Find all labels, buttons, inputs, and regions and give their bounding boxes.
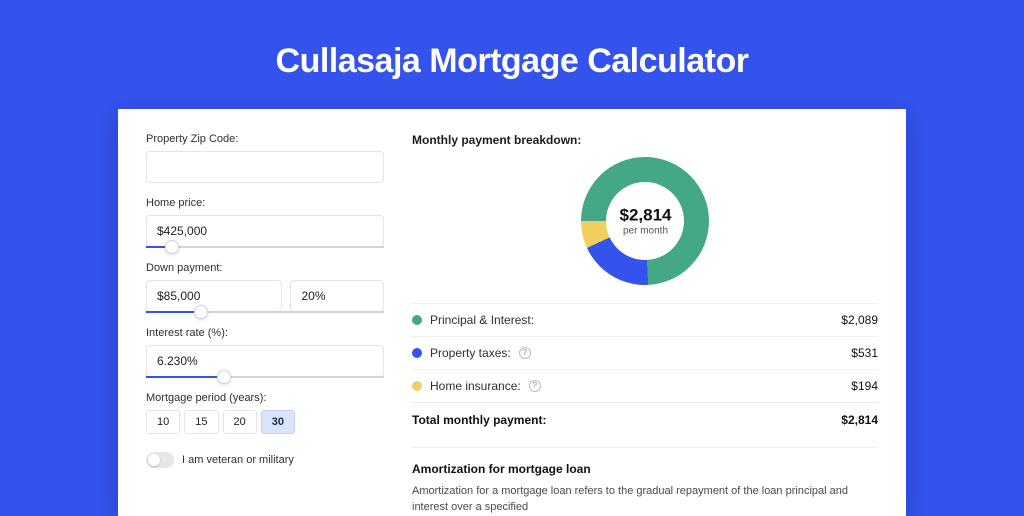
down-payment-pct-input[interactable] [290, 280, 384, 312]
rate-label: Interest rate (%): [146, 327, 384, 339]
donut-per-month: per month [619, 226, 671, 237]
down-payment-slider-thumb[interactable] [194, 305, 208, 319]
dot-icon [412, 315, 422, 325]
calculator-card: Property Zip Code: Home price: Down paym… [118, 109, 906, 516]
line-value: $531 [851, 346, 878, 360]
home-price-label: Home price: [146, 197, 384, 209]
rate-slider[interactable] [146, 376, 384, 378]
amortization-section: Amortization for mortgage loan Amortizat… [412, 447, 878, 516]
amortization-title: Amortization for mortgage loan [412, 462, 878, 476]
line-value: $2,089 [841, 313, 878, 327]
period-option-20[interactable]: 20 [223, 410, 257, 434]
line-home-insurance: Home insurance: ? $194 [412, 369, 878, 402]
line-label: Principal & Interest: [430, 313, 534, 327]
donut-center: $2,814 per month [619, 206, 671, 237]
period-option-15[interactable]: 15 [184, 410, 218, 434]
zip-field-group: Property Zip Code: [146, 133, 384, 183]
donut-chart: $2,814 per month [581, 157, 709, 285]
help-icon[interactable]: ? [519, 347, 531, 359]
veteran-toggle[interactable] [146, 452, 174, 468]
period-options: 10 15 20 30 [146, 410, 384, 434]
help-icon[interactable]: ? [529, 380, 541, 392]
down-payment-slider-fill [146, 311, 194, 313]
zip-input[interactable] [146, 151, 384, 183]
total-label: Total monthly payment: [412, 413, 546, 427]
home-price-group: Home price: [146, 197, 384, 248]
rate-input[interactable] [146, 345, 384, 377]
line-label: Property taxes: [430, 346, 511, 360]
donut-chart-wrap: $2,814 per month [412, 157, 878, 285]
form-panel: Property Zip Code: Home price: Down paym… [146, 133, 384, 516]
line-label: Home insurance: [430, 379, 521, 393]
page-title: Cullasaja Mortgage Calculator [0, 0, 1024, 109]
veteran-row: I am veteran or military [146, 452, 384, 468]
period-option-10[interactable]: 10 [146, 410, 180, 434]
breakdown-title: Monthly payment breakdown: [412, 133, 878, 147]
zip-label: Property Zip Code: [146, 133, 384, 145]
home-price-slider[interactable] [146, 246, 384, 248]
amortization-text: Amortization for a mortgage loan refers … [412, 484, 878, 516]
home-price-input[interactable] [146, 215, 384, 247]
dot-icon [412, 381, 422, 391]
line-property-taxes: Property taxes: ? $531 [412, 336, 878, 369]
total-value: $2,814 [841, 413, 878, 427]
period-option-30[interactable]: 30 [261, 410, 295, 434]
breakdown-panel: Monthly payment breakdown: $2,814 per mo… [412, 133, 878, 516]
dot-icon [412, 348, 422, 358]
down-payment-slider[interactable] [146, 311, 384, 313]
donut-amount: $2,814 [619, 206, 671, 226]
line-value: $194 [851, 379, 878, 393]
home-price-slider-thumb[interactable] [165, 240, 179, 254]
home-price-slider-fill [146, 246, 165, 248]
rate-slider-thumb[interactable] [217, 370, 231, 384]
period-group: Mortgage period (years): 10 15 20 30 [146, 392, 384, 434]
total-row: Total monthly payment: $2,814 [412, 402, 878, 437]
rate-slider-fill [146, 376, 217, 378]
down-payment-label: Down payment: [146, 262, 384, 274]
veteran-label: I am veteran or military [182, 454, 294, 466]
period-label: Mortgage period (years): [146, 392, 384, 404]
rate-group: Interest rate (%): [146, 327, 384, 378]
down-payment-input[interactable] [146, 280, 282, 312]
down-payment-group: Down payment: [146, 262, 384, 313]
line-principal-interest: Principal & Interest: $2,089 [412, 303, 878, 336]
